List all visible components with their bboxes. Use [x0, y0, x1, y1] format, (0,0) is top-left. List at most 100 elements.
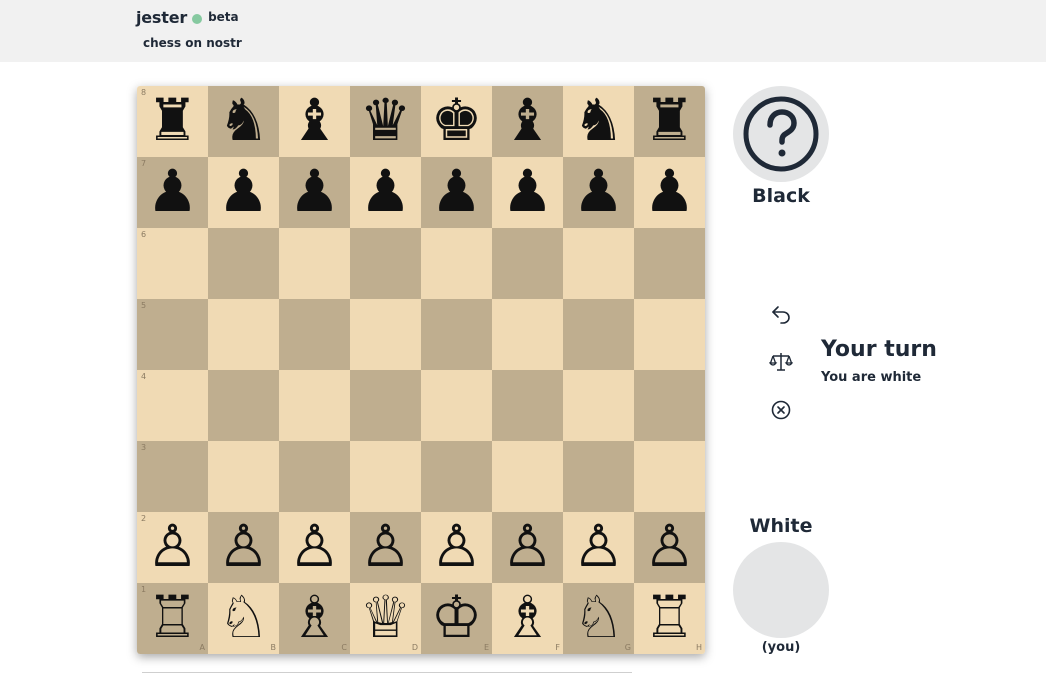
square-d7[interactable]: ♟	[350, 157, 421, 228]
square-a6[interactable]: 6	[137, 228, 208, 299]
square-a7[interactable]: 7 ♟	[137, 157, 208, 228]
square-a4[interactable]: 4	[137, 370, 208, 441]
chess-piece[interactable]: ♖	[644, 582, 696, 653]
square-a3[interactable]: 3	[137, 441, 208, 512]
square-f8[interactable]: ♝	[492, 86, 563, 157]
chess-piece[interactable]: ♟	[147, 156, 199, 227]
square-a1[interactable]: 1 A ♖	[137, 583, 208, 654]
square-b6[interactable]	[208, 228, 279, 299]
chess-piece[interactable]: ♛	[360, 86, 412, 156]
square-f5[interactable]	[492, 299, 563, 370]
chess-piece[interactable]: ♟	[289, 156, 341, 227]
chess-piece[interactable]: ♙	[360, 511, 412, 582]
chess-board[interactable]: 8 ♜ ♞ ♝ ♛ ♚ ♝ ♞ ♜ 7 ♟ ♟ ♟ ♟ ♟ ♟ ♟ ♟ 6 5 4 3 2 ♙ ♙ ♙ ♙ ♙ ♙ ♙ ♙ 1 A ♖ B ♘ C ♗ D ♕…	[137, 86, 705, 654]
square-c2[interactable]: ♙	[279, 512, 350, 583]
chess-piece[interactable]: ♕	[360, 582, 412, 653]
offer-draw-button[interactable]	[769, 350, 793, 374]
chess-piece[interactable]: ♙	[218, 511, 270, 582]
brand-name[interactable]: jester	[136, 8, 187, 27]
chess-piece[interactable]: ♘	[573, 582, 625, 653]
square-f6[interactable]	[492, 228, 563, 299]
chess-piece[interactable]: ♟	[431, 156, 483, 227]
square-e4[interactable]	[421, 370, 492, 441]
square-h4[interactable]	[634, 370, 705, 441]
square-b2[interactable]: ♙	[208, 512, 279, 583]
square-f7[interactable]: ♟	[492, 157, 563, 228]
square-g2[interactable]: ♙	[563, 512, 634, 583]
square-g1[interactable]: G ♘	[563, 583, 634, 654]
chess-piece[interactable]: ♚	[431, 86, 483, 156]
chess-piece[interactable]: ♘	[218, 582, 270, 653]
square-e5[interactable]	[421, 299, 492, 370]
square-e7[interactable]: ♟	[421, 157, 492, 228]
chess-piece[interactable]: ♗	[289, 582, 341, 653]
square-f2[interactable]: ♙	[492, 512, 563, 583]
square-e3[interactable]	[421, 441, 492, 512]
chess-piece[interactable]: ♝	[502, 86, 554, 156]
square-c3[interactable]	[279, 441, 350, 512]
square-e6[interactable]	[421, 228, 492, 299]
square-g8[interactable]: ♞	[563, 86, 634, 157]
chess-piece[interactable]: ♔	[431, 582, 483, 653]
square-f4[interactable]	[492, 370, 563, 441]
square-h2[interactable]: ♙	[634, 512, 705, 583]
chess-piece[interactable]: ♙	[147, 511, 199, 582]
square-g5[interactable]	[563, 299, 634, 370]
square-g7[interactable]: ♟	[563, 157, 634, 228]
square-d5[interactable]	[350, 299, 421, 370]
square-b3[interactable]	[208, 441, 279, 512]
square-b1[interactable]: B ♘	[208, 583, 279, 654]
square-h8[interactable]: ♜	[634, 86, 705, 157]
chess-piece[interactable]: ♙	[431, 511, 483, 582]
square-f1[interactable]: F ♗	[492, 583, 563, 654]
square-c5[interactable]	[279, 299, 350, 370]
brand[interactable]: jester beta	[136, 8, 239, 27]
square-h6[interactable]	[634, 228, 705, 299]
chess-piece[interactable]: ♙	[502, 511, 554, 582]
square-c1[interactable]: C ♗	[279, 583, 350, 654]
square-h3[interactable]	[634, 441, 705, 512]
square-g3[interactable]	[563, 441, 634, 512]
square-b4[interactable]	[208, 370, 279, 441]
chess-piece[interactable]: ♜	[644, 86, 696, 156]
chess-piece[interactable]: ♙	[644, 511, 696, 582]
square-d2[interactable]: ♙	[350, 512, 421, 583]
square-h5[interactable]	[634, 299, 705, 370]
square-h7[interactable]: ♟	[634, 157, 705, 228]
square-d1[interactable]: D ♕	[350, 583, 421, 654]
chess-piece[interactable]: ♟	[644, 156, 696, 227]
chess-piece[interactable]: ♞	[573, 86, 625, 156]
chess-piece[interactable]: ♙	[289, 511, 341, 582]
square-d6[interactable]	[350, 228, 421, 299]
square-g4[interactable]	[563, 370, 634, 441]
chess-piece[interactable]: ♟	[573, 156, 625, 227]
square-c7[interactable]: ♟	[279, 157, 350, 228]
square-a8[interactable]: 8 ♜	[137, 86, 208, 157]
square-e1[interactable]: E ♔	[421, 583, 492, 654]
square-c8[interactable]: ♝	[279, 86, 350, 157]
square-d3[interactable]	[350, 441, 421, 512]
chess-piece[interactable]: ♖	[147, 582, 199, 653]
square-c4[interactable]	[279, 370, 350, 441]
chess-piece[interactable]: ♟	[218, 156, 270, 227]
chess-piece[interactable]: ♟	[360, 156, 412, 227]
square-e8[interactable]: ♚	[421, 86, 492, 157]
square-f3[interactable]	[492, 441, 563, 512]
chess-piece[interactable]: ♟	[502, 156, 554, 227]
chess-piece[interactable]: ♗	[502, 582, 554, 653]
square-b7[interactable]: ♟	[208, 157, 279, 228]
chess-piece[interactable]: ♝	[289, 86, 341, 156]
square-d8[interactable]: ♛	[350, 86, 421, 157]
square-b5[interactable]	[208, 299, 279, 370]
chess-piece[interactable]: ♞	[218, 86, 270, 156]
undo-button[interactable]	[769, 302, 793, 326]
square-b8[interactable]: ♞	[208, 86, 279, 157]
square-e2[interactable]: ♙	[421, 512, 492, 583]
resign-button[interactable]	[769, 398, 793, 422]
square-a2[interactable]: 2 ♙	[137, 512, 208, 583]
square-d4[interactable]	[350, 370, 421, 441]
chess-piece[interactable]: ♙	[573, 511, 625, 582]
square-a5[interactable]: 5	[137, 299, 208, 370]
square-g6[interactable]	[563, 228, 634, 299]
chess-piece[interactable]: ♜	[147, 86, 199, 156]
